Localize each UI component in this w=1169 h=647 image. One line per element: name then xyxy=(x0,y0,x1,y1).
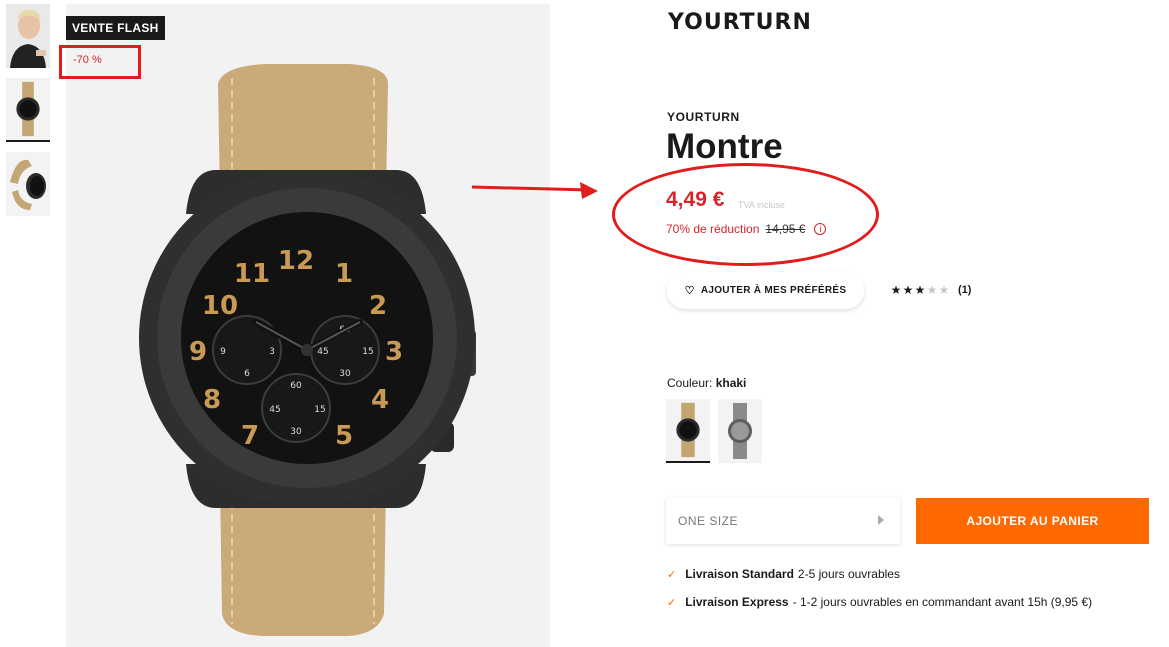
delivery-standard-title: Livraison Standard xyxy=(685,567,794,581)
product-page: 12 1 2 3 4 5 7 8 9 10 11 9 3 6 45 15 30 60 45… xyxy=(0,0,1169,647)
star-icon: ★ xyxy=(902,283,914,297)
add-to-favorites-button[interactable]: ♡ AJOUTER À MES PRÉFÉRÉS xyxy=(667,272,864,309)
rating[interactable]: ★ ★ ★ ★ ★ (1) xyxy=(890,283,972,297)
svg-text:30: 30 xyxy=(290,427,302,437)
color-value: khaki xyxy=(715,376,747,390)
color-swatch-grey[interactable] xyxy=(718,399,762,463)
svg-text:15: 15 xyxy=(314,405,325,415)
product-title: Montre xyxy=(666,127,783,166)
svg-text:8: 8 xyxy=(203,385,221,415)
star-icon: ★ xyxy=(926,283,938,297)
star-icon: ★ xyxy=(914,283,926,297)
brand-logo[interactable]: YOURTURN xyxy=(668,10,812,35)
star-icon: ★ xyxy=(938,283,950,297)
svg-text:15: 15 xyxy=(362,347,373,357)
product-image[interactable]: 12 1 2 3 4 5 7 8 9 10 11 9 3 6 45 15 30 60 45… xyxy=(66,4,550,647)
color-label: Couleur: khaki xyxy=(667,376,746,390)
thumbnail-watch-side[interactable] xyxy=(6,152,50,216)
info-icon[interactable]: i xyxy=(814,223,827,235)
delivery-standard: ✓ Livraison Standard 2-5 jours ouvrables xyxy=(667,567,900,581)
svg-text:30: 30 xyxy=(339,369,351,379)
delivery-express-detail: - 1-2 jours ouvrables en commandant avan… xyxy=(792,595,1093,609)
star-icon: ★ xyxy=(890,283,902,297)
svg-text:5: 5 xyxy=(335,421,353,451)
svg-text:4: 4 xyxy=(371,385,389,415)
svg-text:3: 3 xyxy=(385,337,403,367)
discount-badge-label: -70 % xyxy=(73,54,102,66)
check-icon: ✓ xyxy=(667,596,677,609)
chevron-right-icon xyxy=(878,515,884,525)
annotation-arrow-icon xyxy=(471,182,598,199)
thumbnail-model[interactable] xyxy=(6,4,50,68)
flash-sale-badge: VENTE FLASH xyxy=(66,16,165,40)
add-to-cart-button[interactable]: AJOUTER AU PANIER xyxy=(916,498,1149,544)
product-price: 4,49 € xyxy=(666,188,725,211)
svg-text:6: 6 xyxy=(244,369,250,379)
heart-icon: ♡ xyxy=(684,285,695,297)
delivery-standard-detail: 2-5 jours ouvrables xyxy=(797,567,900,581)
svg-text:12: 12 xyxy=(278,246,314,276)
add-to-favorites-label: AJOUTER À MES PRÉFÉRÉS xyxy=(700,285,847,296)
svg-text:9: 9 xyxy=(189,337,207,367)
svg-text:60: 60 xyxy=(290,381,302,391)
price-annotation-ellipse xyxy=(612,163,879,266)
delivery-express: ✓ Livraison Express - 1-2 jours ouvrable… xyxy=(667,595,1092,609)
vat-note: TVA incluse xyxy=(738,200,785,210)
thumbnail-watch-front[interactable] xyxy=(6,78,50,142)
reduction-label: 70% de réduction xyxy=(666,222,760,236)
svg-text:7: 7 xyxy=(241,421,259,451)
check-icon: ✓ xyxy=(667,568,677,581)
svg-text:2: 2 xyxy=(369,291,387,321)
discount-badge: -70 % xyxy=(59,45,141,79)
thumbnail-list xyxy=(6,4,50,226)
size-select[interactable]: ONE SIZE xyxy=(666,498,900,544)
old-price: 14,95 € xyxy=(765,222,806,236)
svg-text:3: 3 xyxy=(269,347,275,357)
svg-text:45: 45 xyxy=(317,347,328,357)
svg-text:1: 1 xyxy=(335,259,353,289)
reduction-row: 70% de réduction 14,95 € i xyxy=(666,222,827,236)
rating-count[interactable]: (1) xyxy=(958,284,971,296)
color-swatch-khaki[interactable] xyxy=(666,399,710,463)
size-select-value: ONE SIZE xyxy=(678,514,739,528)
svg-text:45: 45 xyxy=(269,405,280,415)
delivery-express-title: Livraison Express xyxy=(685,595,789,609)
svg-text:9: 9 xyxy=(220,347,226,357)
color-label-text: Couleur: xyxy=(667,376,713,390)
svg-text:11: 11 xyxy=(234,259,270,289)
svg-text:10: 10 xyxy=(202,291,238,321)
product-brand[interactable]: YOURTURN xyxy=(667,110,740,124)
